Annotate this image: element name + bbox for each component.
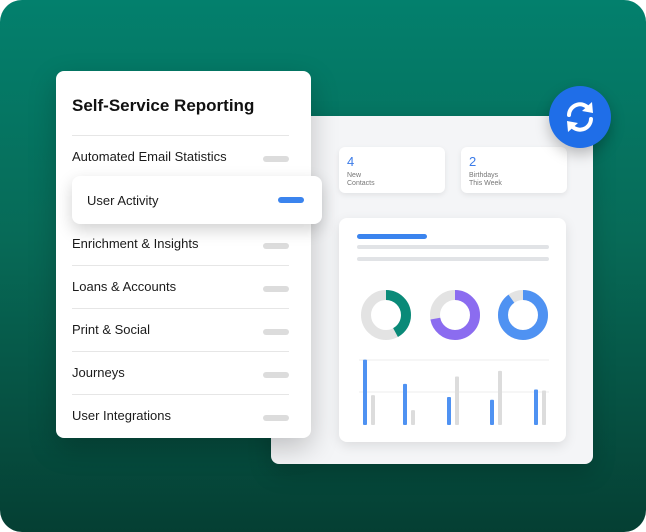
bar-series-2	[498, 370, 502, 425]
bar-series-1	[363, 359, 367, 425]
menu-item-label: User Activity	[87, 193, 159, 208]
menu-item-enrichment-insights[interactable]: Enrichment & Insights	[56, 223, 311, 266]
menu-item-label: Automated Email Statistics	[72, 149, 227, 164]
menu-item-indicator	[263, 243, 289, 249]
sync-arrows-icon	[567, 102, 593, 132]
menu-item-user-integrations[interactable]: User Integrations	[56, 395, 311, 438]
bar-series-2	[411, 410, 415, 425]
panel-title: Self-Service Reporting	[72, 96, 255, 115]
stat-label-line2: Contacts	[347, 180, 375, 187]
menu-item-print-social[interactable]: Print & Social	[56, 309, 311, 352]
menu-item-indicator	[263, 415, 289, 421]
charts-svg	[359, 290, 549, 425]
menu-item-label: Enrichment & Insights	[72, 236, 199, 251]
bar-series-1	[490, 399, 494, 425]
bar-series-1	[447, 397, 451, 425]
menu-item-indicator	[263, 329, 289, 335]
bar-series-2	[455, 376, 459, 425]
menu-item-indicator	[263, 156, 289, 162]
stat-birthdays: 2 Birthdays This Week	[461, 147, 567, 193]
menu-item-user-activity[interactable]: User Activity	[72, 176, 322, 224]
reporting-panel: Self-Service Reporting Automated Email S…	[56, 71, 311, 438]
stat-label-line2: This Week	[469, 180, 502, 187]
stat-label-line1: New	[347, 172, 362, 179]
bar-series-2	[542, 390, 546, 425]
active-indicator	[278, 197, 304, 203]
menu-item-indicator	[263, 286, 289, 292]
stat-label-line1: Birthdays	[469, 172, 499, 179]
sync-button[interactable]	[549, 86, 611, 148]
stat-value: 4	[347, 154, 355, 169]
bar-series-1	[534, 389, 538, 425]
menu-item-automated-email-statistics[interactable]: Automated Email Statistics	[56, 136, 311, 179]
stat-new-contacts: 4 New Contacts	[339, 147, 445, 193]
menu-item-loans-accounts[interactable]: Loans & Accounts	[56, 266, 311, 309]
menu-item-indicator	[263, 372, 289, 378]
bar-series-2	[371, 395, 375, 425]
menu-item-label: Print & Social	[72, 322, 151, 337]
menu-item-journeys[interactable]: Journeys	[56, 352, 311, 395]
menu-item-label: User Integrations	[72, 408, 171, 423]
menu-item-label: Journeys	[72, 365, 125, 380]
donut-segment	[498, 290, 548, 340]
bar-series-1	[403, 383, 407, 425]
stat-value: 2	[469, 154, 477, 169]
chart-card	[339, 218, 566, 442]
menu-item-label: Loans & Accounts	[72, 279, 177, 294]
